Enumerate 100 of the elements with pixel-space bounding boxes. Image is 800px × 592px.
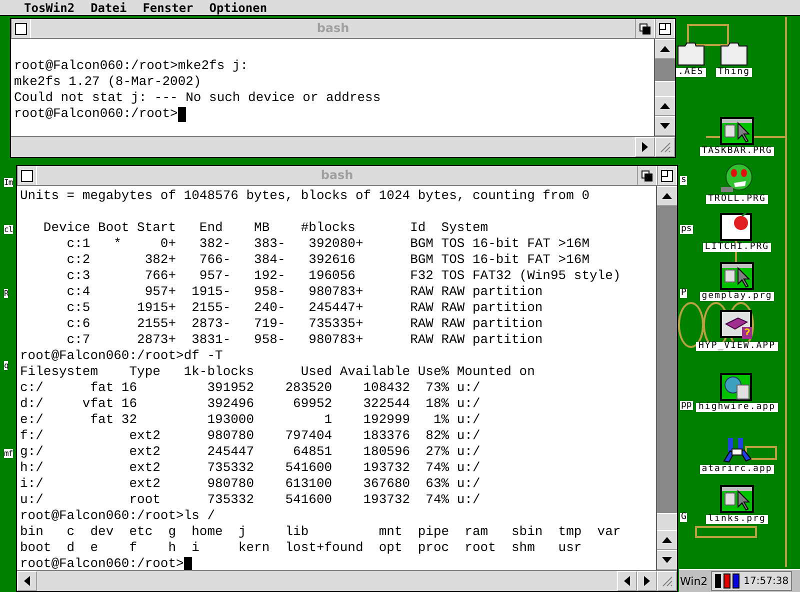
up-triangle-icon — [662, 537, 672, 543]
terminal-line: h:/ ext2 735332 541600 193732 74% u:/ — [20, 460, 480, 476]
up-triangle-icon — [660, 46, 670, 52]
folder-icon[interactable] — [676, 42, 705, 66]
terminal-line: Filesystem Type 1k-blocks Used Available Use% Mounted on — [20, 364, 535, 380]
terminal-line: c:2 382+ 766- 384- 392616 BGM TOS 16-bit FAT >16M — [66, 252, 590, 268]
icon-label[interactable]: gemplay.prg — [700, 292, 774, 301]
icon-label: G — [680, 513, 688, 522]
program-window-icon[interactable] — [720, 485, 754, 513]
folder-icon[interactable] — [720, 42, 748, 66]
terminal-line: Device Boot Start End MB #blocks Id System — [42, 220, 488, 236]
scroll-left-button[interactable] — [617, 571, 637, 591]
fullscreen-button[interactable] — [657, 166, 677, 185]
down-triangle-icon — [662, 557, 672, 563]
close-button[interactable] — [11, 19, 31, 38]
stacked-windows-icon — [641, 170, 653, 182]
window-title: bash — [316, 20, 350, 37]
fruit-window-icon[interactable] — [720, 213, 754, 241]
program-window-icon[interactable] — [720, 262, 754, 290]
icon-label[interactable]: TASKBAR.PRG — [700, 147, 774, 156]
terminal-line: c:7 2873+ 3831- 958- 980783+ RAW RAW partition — [66, 332, 543, 348]
icon-label[interactable]: Thing — [716, 68, 752, 77]
terminal-text-area[interactable]: root@Falcon060:/root>mke2fs j: mke2fs 1.27 (8-Mar-2002) Could not stat j: --- No such device or address root@Falcon060:/root> — [11, 39, 654, 136]
window-title: bash — [320, 167, 354, 184]
terminal-line: c:/ fat 16 391952 283520 108432 73% u:/ — [20, 380, 480, 396]
globe-document-icon[interactable] — [720, 373, 754, 401]
terminal-line: u:/ root 735332 541600 193732 74% u:/ — [20, 492, 480, 508]
menu-item[interactable]: Optionen — [209, 0, 268, 14]
book-help-icon[interactable] — [720, 310, 754, 340]
close-button[interactable] — [17, 166, 37, 185]
stacked-windows-icon — [639, 22, 651, 34]
icon-label[interactable]: LITCHI.PRG — [702, 243, 772, 252]
resize-handle[interactable] — [657, 571, 677, 591]
terminal-line: root@Falcon060:/root>mke2fs j: — [14, 58, 248, 74]
terminal-line: mke2fs 1.27 (8-Mar-2002) — [14, 74, 202, 90]
scroll-up-button[interactable] — [655, 39, 675, 59]
scroll-thumb[interactable] — [657, 513, 677, 530]
terminal-line: c:6 2155+ 2873- 719- 735335+ RAW RAW partition — [66, 316, 543, 332]
terminal-line: Could not stat j: --- No such device or address — [14, 90, 381, 106]
diagonal-lines-icon — [661, 575, 673, 587]
icon-label[interactable]: TROLL.PRG — [706, 195, 768, 204]
scroll-down-button[interactable] — [655, 116, 675, 136]
scroll-down-button[interactable] — [657, 550, 677, 570]
window-corner-icon — [661, 170, 673, 182]
terminal-line: root@Falcon060:/root>df -T — [20, 348, 223, 364]
scroll-up-button[interactable] — [655, 96, 675, 116]
scroll-right-button[interactable] — [637, 571, 657, 591]
terminal-line: root@Falcon060:/root>ls / — [20, 508, 216, 524]
fullscreen-button[interactable] — [655, 19, 675, 38]
menu-item[interactable]: TosWin2 — [24, 0, 75, 14]
right-triangle-icon — [644, 576, 650, 586]
scroll-thumb[interactable] — [655, 81, 675, 96]
terminal-line: root@Falcon060:/root> — [20, 556, 184, 572]
left-triangle-icon — [624, 576, 630, 586]
terminal-line: i:/ ext2 980780 613100 367680 63% u:/ — [20, 476, 480, 492]
menu-item[interactable]: Fenster — [142, 0, 194, 14]
terminal-line: c:3 766+ 957- 192- 196056 F32 TOS FAT32 (Win95 style) — [66, 268, 621, 284]
up-triangle-icon — [662, 193, 672, 199]
right-triangle-icon — [642, 142, 648, 152]
terminal-line: g:/ ext2 245447 64851 180596 27% u:/ — [20, 444, 480, 460]
program-window-icon[interactable] — [720, 117, 754, 145]
icon-label[interactable]: links.prg — [706, 515, 768, 524]
icon-label: ps — [680, 225, 693, 234]
icon-label: P — [680, 289, 688, 298]
terminal-line: e:/ fat 32 193000 1 192999 1% u:/ — [20, 412, 480, 428]
iconify-button[interactable] — [635, 19, 655, 38]
iconify-button[interactable] — [637, 166, 657, 185]
terminal-line: Units = megabytes of 1048576 bytes, blocks of 1024 bytes, counting from 0 — [20, 188, 590, 204]
color-bars-icon — [714, 573, 742, 589]
terminal-line: c:5 1915+ 2155- 240- 245447+ RAW RAW partition — [66, 300, 543, 316]
icon-label[interactable]: .AES — [676, 68, 706, 77]
scroll-right-button[interactable] — [635, 137, 655, 157]
up-triangle-icon — [660, 103, 670, 109]
resize-handle[interactable] — [655, 137, 675, 157]
terminal-line: c:1 * 0+ 382- 383- 392080+ BGM TOS 16-bit FAT >16M — [66, 236, 590, 252]
scroll-up-button[interactable] — [657, 186, 677, 206]
down-triangle-icon — [660, 123, 670, 129]
menu-item[interactable]: Datei — [90, 0, 127, 14]
face-icon[interactable] — [720, 163, 754, 193]
scroll-up-button[interactable] — [657, 530, 677, 550]
terminal-line: d:/ vfat 16 392496 69952 322544 18% u:/ — [20, 396, 480, 412]
icon-label: cl — [4, 225, 13, 234]
window-corner-icon — [659, 22, 671, 34]
icon-label[interactable]: HYP_VIEW.APP — [696, 342, 778, 351]
clock: 17:57:38 — [744, 576, 789, 586]
icon-label: pp — [680, 401, 693, 410]
diagonal-lines-icon — [659, 141, 671, 153]
icon-label[interactable]: atarirc.app — [700, 465, 774, 474]
terminal-line: root@Falcon060:/root> — [14, 106, 178, 122]
icon-label: mf — [4, 449, 13, 458]
terminal-line: bin c dev etc g home j lib mnt pipe ram sbin tmp var — [20, 524, 621, 540]
terminal-line: boot d e f h i kern lost+found opt proc root shm usr — [20, 540, 582, 556]
icon-label: Im — [4, 178, 13, 187]
terminal-line: f:/ ext2 980780 797404 183376 82% u:/ — [20, 428, 480, 444]
icon-label: s — [680, 176, 688, 185]
left-triangle-icon — [24, 576, 30, 586]
taskbar-button[interactable]: Win2 — [679, 574, 708, 588]
icon-label[interactable]: highwire.app — [696, 403, 778, 412]
terminal-line: c:4 957+ 1915- 958- 980783+ RAW RAW partition — [66, 284, 543, 300]
scroll-left-button[interactable] — [17, 571, 37, 591]
